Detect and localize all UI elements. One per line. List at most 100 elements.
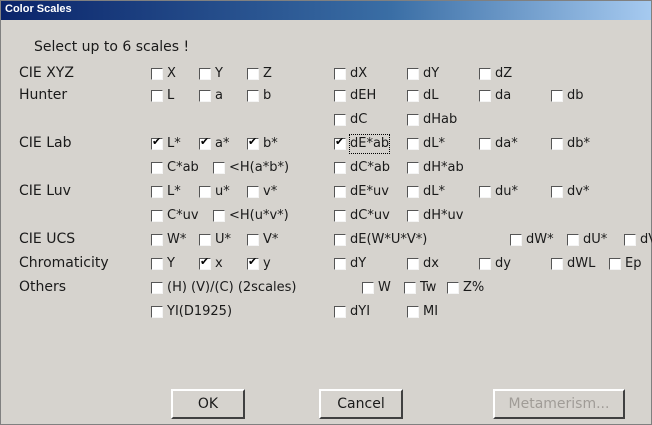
checkbox-label: U* xyxy=(215,232,232,247)
checkbox-unchecked[interactable] xyxy=(334,258,346,270)
ok-button[interactable]: OK xyxy=(171,389,245,419)
metamerism-button[interactable]: Metamerism... xyxy=(493,389,625,419)
checkbox-label: dC*uv xyxy=(350,208,390,223)
checkbox-label: C*ab xyxy=(167,160,199,175)
checkbox-checked[interactable] xyxy=(199,135,211,150)
checkbox-label: db xyxy=(567,88,584,103)
checkbox-unchecked[interactable] xyxy=(479,90,491,102)
checkbox-unchecked[interactable] xyxy=(404,282,416,294)
checkbox-unchecked[interactable] xyxy=(567,234,579,246)
checkbox-unchecked[interactable] xyxy=(407,210,419,222)
checkbox-unchecked[interactable] xyxy=(551,258,563,270)
checkbox-label: dE(W*U*V*) xyxy=(350,232,428,247)
checkbox-unchecked[interactable] xyxy=(479,138,491,150)
checkbox-label: dYI xyxy=(350,304,371,319)
checkbox-unchecked[interactable] xyxy=(151,186,163,198)
checkbox-unchecked[interactable] xyxy=(407,138,419,150)
checkbox-label: dC xyxy=(350,112,368,127)
checkbox-unchecked[interactable] xyxy=(334,234,346,246)
window-title: Color Scales xyxy=(5,3,72,15)
checkbox-label: dW* xyxy=(526,232,554,247)
checkbox-label: Z xyxy=(263,66,272,81)
checkbox-label: du* xyxy=(495,184,518,199)
checkbox-unchecked[interactable] xyxy=(479,186,491,198)
checkbox-unchecked[interactable] xyxy=(247,234,259,246)
checkbox-unchecked[interactable] xyxy=(151,162,163,174)
checkbox-unchecked[interactable] xyxy=(151,90,163,102)
checkbox-unchecked[interactable] xyxy=(407,306,419,318)
checkbox-unchecked[interactable] xyxy=(334,90,346,102)
checkbox-unchecked[interactable] xyxy=(624,234,636,246)
checkbox-unchecked[interactable] xyxy=(199,234,211,246)
checkbox-checked[interactable] xyxy=(247,255,259,270)
checkbox-unchecked[interactable] xyxy=(362,282,374,294)
checkbox-unchecked[interactable] xyxy=(407,114,419,126)
checkbox-unchecked[interactable] xyxy=(213,210,225,222)
checkbox-unchecked[interactable] xyxy=(551,90,563,102)
checkbox-label: V* xyxy=(263,232,279,247)
checkbox-label: dV* xyxy=(640,232,652,247)
checkbox-unchecked[interactable] xyxy=(551,138,563,150)
checkbox-unchecked[interactable] xyxy=(551,186,563,198)
checkbox-unchecked[interactable] xyxy=(247,68,259,80)
checkbox-unchecked[interactable] xyxy=(151,210,163,222)
checkbox-unchecked[interactable] xyxy=(247,186,259,198)
checkbox-label: dHab xyxy=(423,112,458,127)
checkbox-unchecked[interactable] xyxy=(334,186,346,198)
checkbox-unchecked[interactable] xyxy=(609,258,621,270)
checkbox-label: dv* xyxy=(567,184,590,199)
row-label-others: Others xyxy=(19,279,67,295)
checkbox-unchecked[interactable] xyxy=(199,68,211,80)
checkbox-label: dx xyxy=(423,256,439,271)
checkbox-label: dX xyxy=(350,66,368,81)
checkbox-unchecked[interactable] xyxy=(199,90,211,102)
checkbox-unchecked[interactable] xyxy=(151,68,163,80)
checkbox-unchecked[interactable] xyxy=(479,258,491,270)
row-label-cie-xyz: CIE XYZ xyxy=(19,65,74,81)
instruction-text: Select up to 6 scales ! xyxy=(34,39,190,55)
checkbox-unchecked[interactable] xyxy=(199,186,211,198)
checkbox-unchecked[interactable] xyxy=(334,210,346,222)
checkbox-unchecked[interactable] xyxy=(247,90,259,102)
checkbox-unchecked[interactable] xyxy=(407,90,419,102)
row-label-cie-luv: CIE Luv xyxy=(19,183,71,199)
checkbox-unchecked[interactable] xyxy=(447,282,459,294)
checkbox-label: W xyxy=(378,280,391,295)
checkbox-unchecked[interactable] xyxy=(479,68,491,80)
checkbox-label: a xyxy=(215,88,223,103)
checkbox-label: dU* xyxy=(583,232,608,247)
checkbox-unchecked[interactable] xyxy=(334,114,346,126)
checkbox-label: db* xyxy=(567,136,591,151)
checkbox-label: y xyxy=(263,256,271,271)
checkbox-label: L* xyxy=(167,136,181,151)
checkbox-unchecked[interactable] xyxy=(151,282,163,294)
checkbox-label: b xyxy=(263,88,272,103)
checkbox-unchecked[interactable] xyxy=(510,234,522,246)
checkbox-checked[interactable] xyxy=(334,135,346,150)
checkbox-label: X xyxy=(167,66,176,81)
cancel-button[interactable]: Cancel xyxy=(319,389,403,419)
checkbox-label: dE*ab xyxy=(348,134,391,154)
checkbox-label: dY xyxy=(423,66,440,81)
checkbox-unchecked[interactable] xyxy=(407,162,419,174)
checkbox-unchecked[interactable] xyxy=(407,186,419,198)
checkbox-label: dWL xyxy=(567,256,596,271)
row-label-cie-ucs: CIE UCS xyxy=(19,231,76,247)
checkbox-checked[interactable] xyxy=(151,135,163,150)
checkbox-unchecked[interactable] xyxy=(151,234,163,246)
checkbox-label: Z% xyxy=(463,280,485,295)
checkbox-unchecked[interactable] xyxy=(334,306,346,318)
checkbox-label: C*uv xyxy=(167,208,199,223)
checkbox-checked[interactable] xyxy=(199,255,211,270)
checkbox-unchecked[interactable] xyxy=(151,258,163,270)
color-scales-dialog: Color Scales Select up to 6 scales ! CIE… xyxy=(0,0,652,425)
checkbox-checked[interactable] xyxy=(247,135,259,150)
checkbox-unchecked[interactable] xyxy=(407,258,419,270)
checkbox-unchecked[interactable] xyxy=(151,306,163,318)
checkbox-unchecked[interactable] xyxy=(334,68,346,80)
checkbox-unchecked[interactable] xyxy=(407,68,419,80)
checkbox-unchecked[interactable] xyxy=(213,162,225,174)
checkbox-unchecked[interactable] xyxy=(334,162,346,174)
checkbox-label: da xyxy=(495,88,512,103)
checkbox-label: dC*ab xyxy=(350,160,391,175)
